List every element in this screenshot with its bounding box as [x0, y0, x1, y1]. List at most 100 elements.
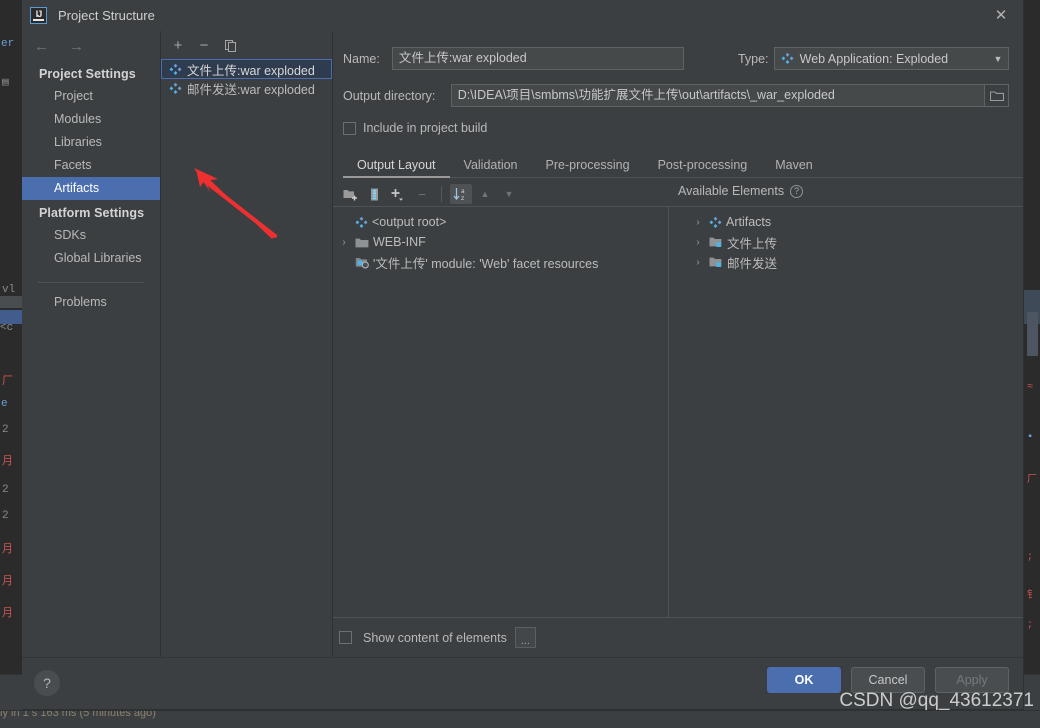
- chevron-right-icon[interactable]: ›: [691, 257, 705, 268]
- remove-element-button[interactable]: −: [411, 184, 433, 204]
- tree-node-web-inf[interactable]: › WEB-INF: [333, 232, 668, 252]
- dialog-title: Project Structure: [58, 8, 155, 23]
- available-elements-tree: › Artifacts › 文件上传 › 邮件发送: [668, 206, 1023, 617]
- copy-artifact-button[interactable]: [219, 34, 241, 56]
- artifact-list-item-selected[interactable]: 文件上传:war exploded: [161, 59, 332, 79]
- tree-node-module-facet-resources[interactable]: '文件上传' module: 'Web' facet resources: [333, 252, 668, 272]
- add-copy-of-button[interactable]: [387, 184, 409, 204]
- tab-pre-processing[interactable]: Pre-processing: [532, 153, 644, 177]
- sidebar-item-artifacts[interactable]: Artifacts: [22, 177, 160, 200]
- intellij-logo-text: IJ: [35, 8, 42, 19]
- sidebar-item-modules[interactable]: Modules: [22, 108, 160, 131]
- name-input[interactable]: 文件上传:war exploded: [391, 47, 684, 70]
- create-directory-button[interactable]: [339, 184, 361, 204]
- artifact-list-item-label: 邮件发送:war exploded: [187, 83, 315, 97]
- output-layout-tree: › <output root> ›: [333, 206, 668, 617]
- editor-scrollbar-thumb[interactable]: [1027, 312, 1038, 356]
- nav-group-platform-settings-title: Platform Settings: [39, 206, 145, 220]
- help-icon[interactable]: ?: [790, 184, 804, 198]
- move-up-button[interactable]: ▲: [474, 184, 496, 204]
- tab-validation[interactable]: Validation: [450, 153, 532, 177]
- sort-az-icon: a z: [453, 188, 465, 201]
- folder-icon: [355, 237, 369, 248]
- sidebar-item-problems[interactable]: Problems: [22, 291, 160, 314]
- browse-directory-button[interactable]: [985, 84, 1009, 107]
- dialog-titlebar: IJ Project Structure ✕: [22, 0, 1023, 31]
- chevron-right-icon[interactable]: ›: [691, 237, 705, 248]
- tree-node-label: 邮件发送: [727, 256, 778, 271]
- name-label: Name:: [343, 51, 380, 66]
- artifact-list-item[interactable]: 邮件发送:war exploded: [161, 79, 332, 98]
- editor-error-stripe: ≈ ▪ 厂 ; 钅 ;: [1024, 0, 1040, 710]
- module-icon: [709, 256, 723, 268]
- output-layout-toolbar: − a z ▲ ▼ Available Elements ?: [333, 182, 1023, 206]
- sidebar-item-libraries[interactable]: Libraries: [22, 131, 160, 154]
- chevron-right-icon[interactable]: ›: [691, 217, 705, 228]
- create-archive-icon: [370, 188, 378, 200]
- include-in-build-row[interactable]: Include in project build: [343, 121, 1009, 135]
- type-select[interactable]: Web Application: Exploded ▼: [773, 47, 1010, 70]
- sidebar-item-sdks[interactable]: SDKs: [22, 224, 160, 247]
- ok-button[interactable]: OK: [767, 667, 841, 693]
- output-directory-label: Output directory:: [343, 88, 436, 103]
- show-content-options-button[interactable]: ...: [514, 627, 536, 648]
- watermark-text: CSDN @qq_43612371: [839, 690, 1034, 711]
- settings-nav-pane: ← → Project Settings Project Modules Lib…: [22, 31, 161, 657]
- sidebar-item-facets[interactable]: Facets: [22, 154, 160, 177]
- artifact-icon: [355, 216, 368, 229]
- add-artifact-button[interactable]: +: [167, 34, 189, 56]
- copy-icon: [224, 39, 236, 52]
- module-facet-icon: [355, 256, 369, 269]
- tab-maven[interactable]: Maven: [761, 153, 827, 177]
- sidebar-item-global-libraries[interactable]: Global Libraries: [22, 247, 160, 270]
- show-content-label: Show content of elements: [363, 630, 507, 645]
- create-archive-button[interactable]: [363, 184, 385, 204]
- tree-node-label: Artifacts: [726, 215, 772, 229]
- show-content-bar: Show content of elements ...: [333, 617, 1023, 657]
- sidebar-item-project[interactable]: Project: [22, 85, 160, 108]
- remove-artifact-button[interactable]: −: [193, 34, 215, 56]
- sort-elements-button[interactable]: a z: [450, 184, 472, 204]
- move-down-button[interactable]: ▼: [498, 184, 520, 204]
- artifact-icon: [781, 52, 794, 65]
- back-arrow-icon[interactable]: ←: [34, 39, 49, 54]
- nav-group-project-settings-title: Project Settings: [39, 67, 136, 81]
- svg-text:z: z: [461, 195, 464, 201]
- tab-output-layout[interactable]: Output Layout: [343, 153, 450, 178]
- type-select-value: Web Application: Exploded: [799, 51, 949, 66]
- tree-node-artifacts[interactable]: › Artifacts: [675, 212, 1023, 232]
- toolbar-divider: [441, 186, 442, 202]
- type-label: Type:: [737, 51, 769, 66]
- output-directory-row: Output directory: D:\IDEA\项目\smbms\功能扩展文…: [343, 84, 1009, 107]
- nav-divider: [38, 282, 144, 283]
- artifacts-list: 文件上传:war exploded 邮件发送:war exploded: [161, 59, 332, 657]
- folder-icon: [989, 90, 1004, 101]
- tree-node-output-root[interactable]: › <output root>: [333, 212, 668, 232]
- available-elements-label: Available Elements: [678, 184, 785, 198]
- tab-post-processing[interactable]: Post-processing: [644, 153, 762, 177]
- include-in-build-label: Include in project build: [363, 121, 488, 135]
- plus-dropdown-icon: [391, 188, 403, 201]
- tree-node-module-youjianfasong[interactable]: › 邮件发送: [675, 252, 1023, 272]
- artifacts-list-toolbar: + −: [161, 31, 332, 59]
- tree-node-label: WEB-INF: [373, 235, 426, 249]
- twisty-icon: ›: [337, 217, 351, 228]
- help-button[interactable]: ?: [34, 670, 60, 696]
- available-elements-header: Available Elements ?: [678, 184, 804, 198]
- include-in-build-checkbox[interactable]: [343, 121, 356, 135]
- artifact-editor-pane: Name: 文件上传:war exploded Type: Web Applic…: [333, 31, 1023, 657]
- artifact-icon: [169, 63, 182, 76]
- close-icon[interactable]: ✕: [991, 7, 1011, 25]
- artifact-form: Name: 文件上传:war exploded Type: Web Applic…: [333, 31, 1023, 135]
- tree-node-label: 文件上传: [727, 236, 778, 251]
- output-directory-input[interactable]: D:\IDEA\项目\smbms\功能扩展文件上传\out\artifacts\…: [450, 84, 986, 107]
- dialog-body: ← → Project Settings Project Modules Lib…: [22, 31, 1023, 657]
- status-bar-text: ly in 1 s 163 ms (5 minutes ago): [0, 710, 156, 719]
- show-content-checkbox[interactable]: [339, 631, 352, 644]
- editor-gutter-strip: er ▤ vl <c 厂 e 2 月 2 2 月 月 月: [0, 0, 22, 710]
- forward-arrow-icon[interactable]: →: [69, 39, 84, 54]
- module-icon: [709, 236, 723, 248]
- chevron-right-icon[interactable]: ›: [337, 237, 351, 248]
- artifact-tabs: Output Layout Validation Pre-processing …: [343, 153, 1023, 178]
- tree-node-module-wenjianshangchuan[interactable]: › 文件上传: [675, 232, 1023, 252]
